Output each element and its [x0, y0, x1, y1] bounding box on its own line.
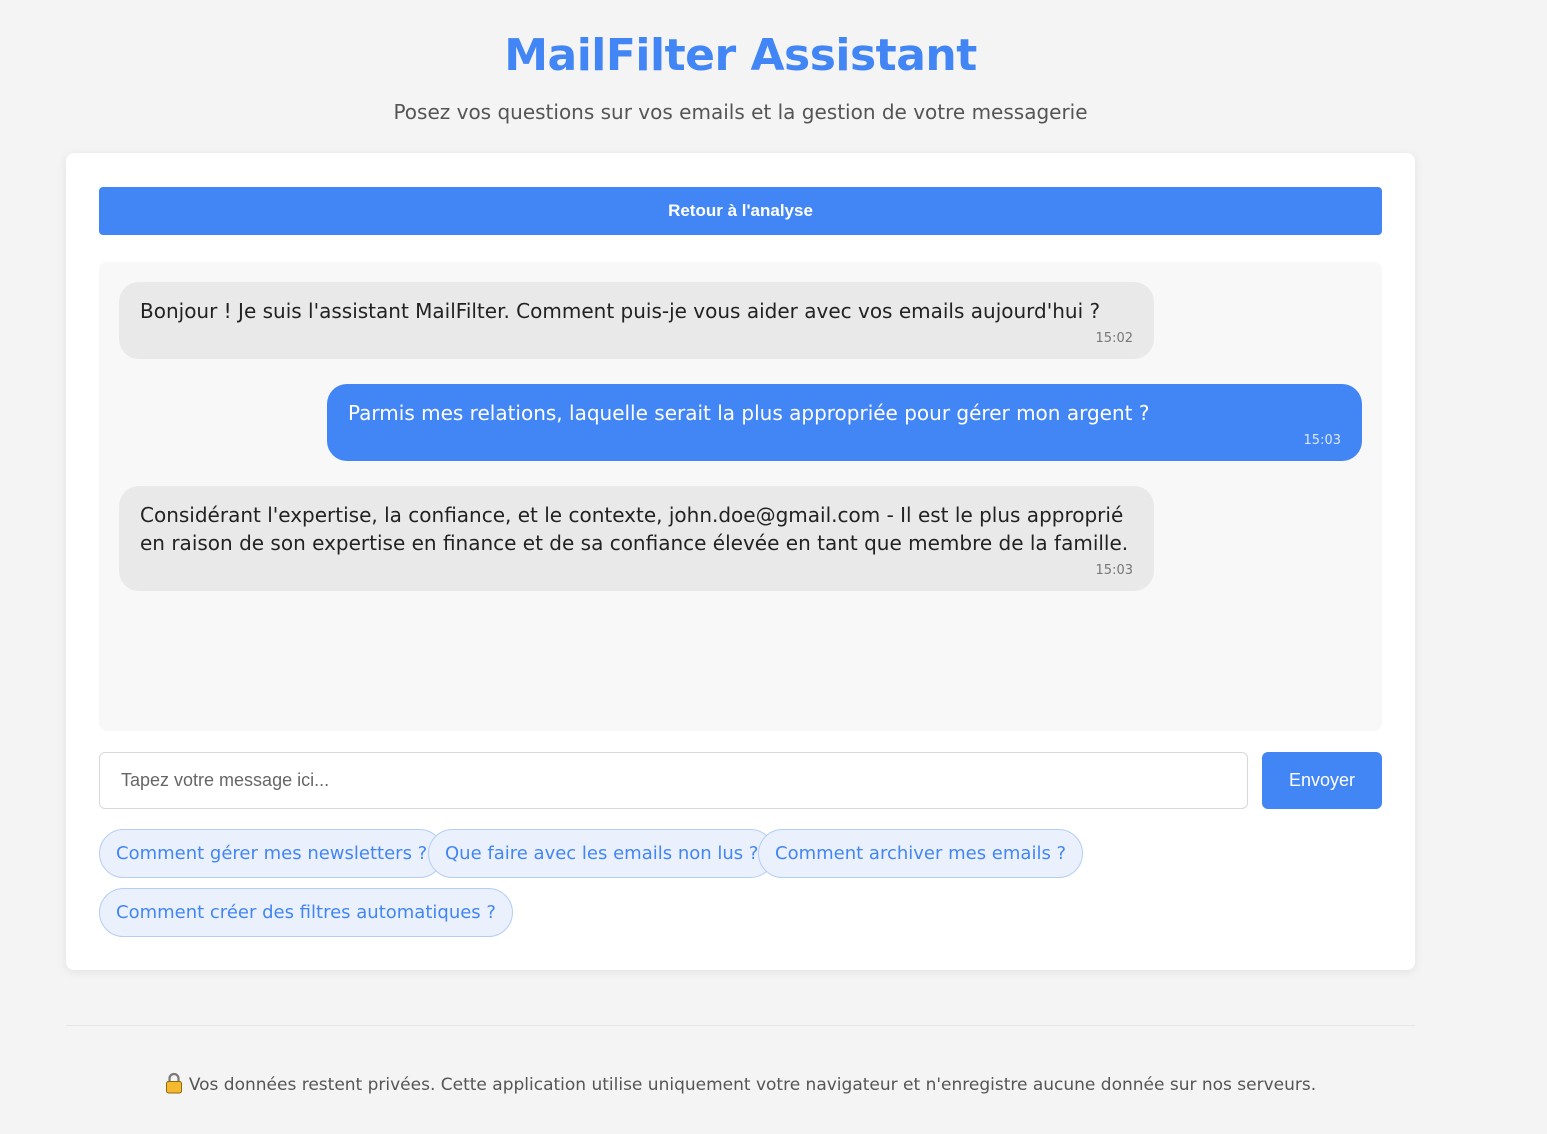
message-text: Considérant l'expertise, la confiance, e…: [140, 503, 1129, 555]
suggestion-chip-archive[interactable]: Comment archiver mes emails ?: [758, 829, 1084, 878]
privacy-text: Vos données restent privées. Cette appli…: [188, 1075, 1317, 1095]
app-subtitle: Posez vos questions sur vos emails et la…: [393, 100, 1088, 124]
bot-message: Bonjour ! Je suis l'assistant MailFilter…: [119, 282, 1154, 359]
message-timestamp: 15:03: [1095, 563, 1133, 578]
user-message: Parmis mes relations, laquelle serait la…: [327, 384, 1362, 461]
back-to-analysis-button[interactable]: Retour à l'analyse: [99, 187, 1382, 235]
chat-card: Retour à l'analyse Bonjour ! Je suis l'a…: [66, 153, 1415, 970]
chat-messages[interactable]: Bonjour ! Je suis l'assistant MailFilter…: [99, 262, 1382, 731]
footer-divider: [66, 1025, 1415, 1026]
message-timestamp: 15:03: [1303, 433, 1341, 448]
suggestion-chip-filters[interactable]: Comment créer des filtres automatiques ?: [99, 888, 513, 937]
message-timestamp: 15:02: [1095, 331, 1133, 346]
send-button[interactable]: Envoyer: [1262, 752, 1382, 809]
bot-message: Considérant l'expertise, la confiance, e…: [119, 486, 1154, 591]
lock-icon: [165, 1072, 183, 1094]
message-text: Bonjour ! Je suis l'assistant MailFilter…: [140, 299, 1101, 323]
message-text: Parmis mes relations, laquelle serait la…: [348, 401, 1150, 425]
suggestion-chip-unread[interactable]: Que faire avec les emails non lus ?: [428, 829, 776, 878]
message-input[interactable]: [99, 752, 1248, 809]
privacy-footer: Vos données restent privées. Cette appli…: [0, 1072, 1481, 1095]
suggestion-chip-newsletters[interactable]: Comment gérer mes newsletters ?: [99, 829, 445, 878]
app-title: MailFilter Assistant: [504, 30, 977, 81]
